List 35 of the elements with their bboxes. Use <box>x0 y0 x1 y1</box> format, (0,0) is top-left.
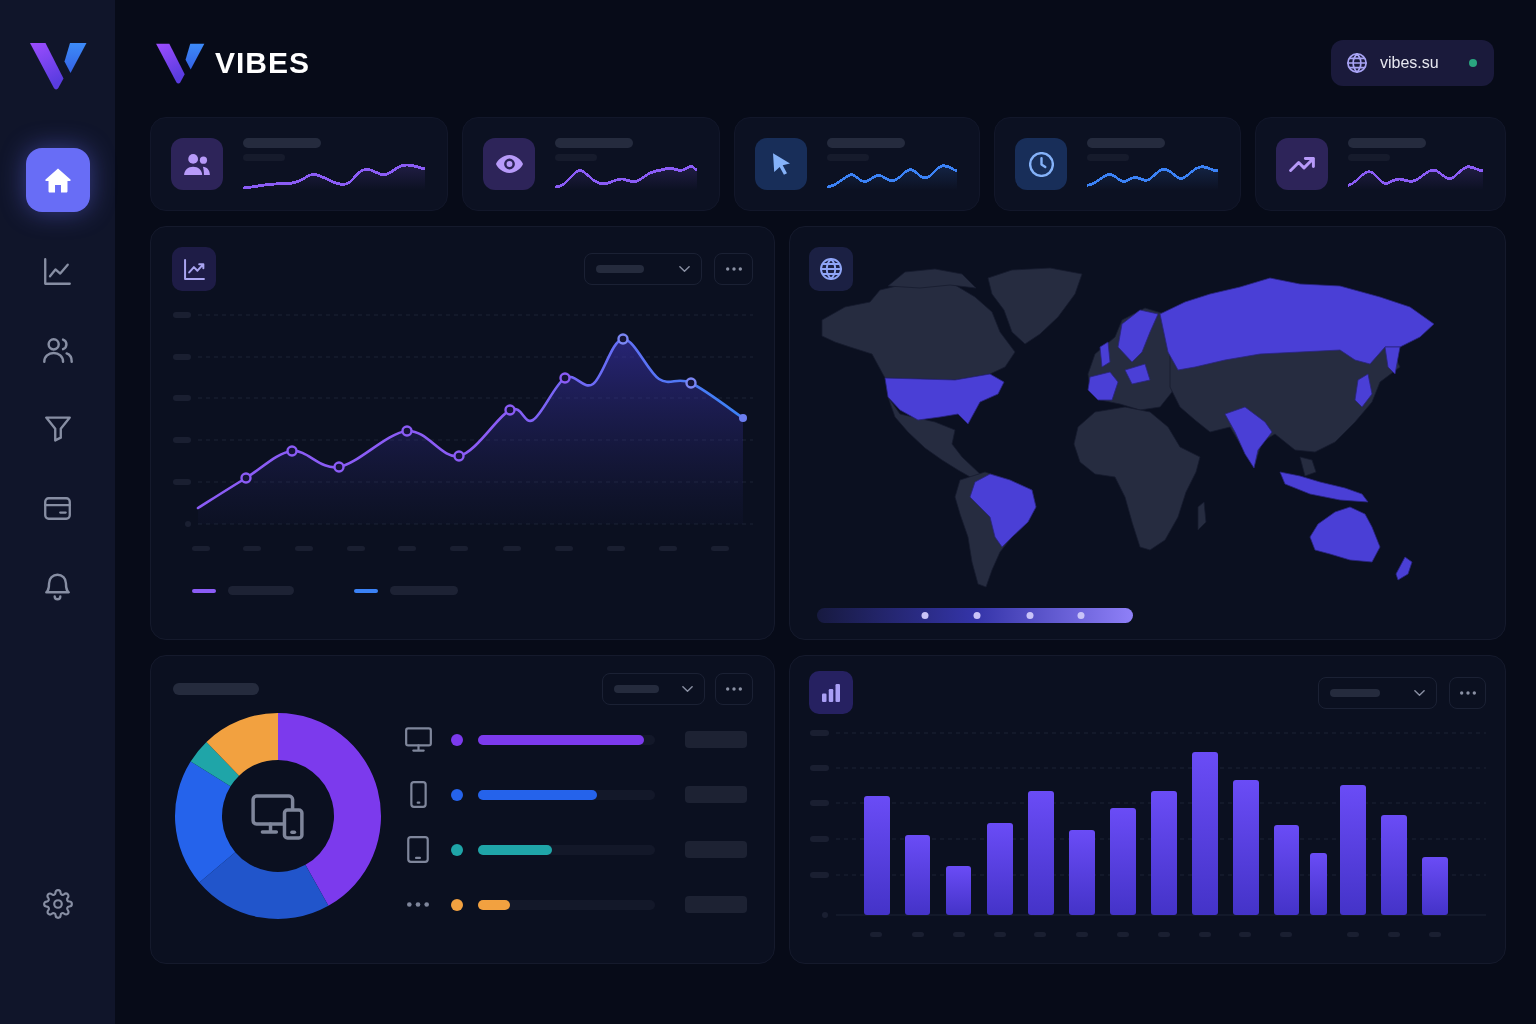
line-chart-icon <box>172 247 216 291</box>
brand-name: VIBES <box>215 48 311 78</box>
trend-up-icon <box>1276 138 1328 190</box>
devices-icon <box>250 794 305 840</box>
dots-icon <box>407 902 429 907</box>
more-button[interactable] <box>715 673 753 705</box>
clock-icon <box>1015 138 1067 190</box>
home-icon <box>44 167 71 193</box>
globe-icon <box>809 247 853 291</box>
phone-icon <box>409 781 427 808</box>
bell-icon <box>45 573 70 601</box>
more-button[interactable] <box>1449 676 1486 709</box>
more-button[interactable] <box>714 253 753 285</box>
tablet-icon <box>407 836 429 863</box>
site-selector[interactable]: vibes.su <box>1331 40 1494 86</box>
sidebar-item[interactable] <box>25 148 90 212</box>
globe-icon <box>1347 53 1367 73</box>
users-icon <box>171 138 223 190</box>
card-icon <box>44 496 71 520</box>
bar-chart-icon <box>809 671 853 714</box>
more-icon <box>1459 690 1476 695</box>
cursor-icon <box>755 138 807 190</box>
chevron-down-icon <box>679 266 690 272</box>
chevron-down-icon <box>1414 689 1425 696</box>
settings-icon <box>42 889 73 919</box>
users-icon <box>42 337 73 363</box>
eye-icon <box>483 138 535 190</box>
more-icon <box>726 687 742 691</box>
chevron-down-icon <box>682 686 693 692</box>
more-icon <box>725 267 742 271</box>
v-logo-icon <box>155 42 205 84</box>
monitor-icon <box>404 727 432 752</box>
v-logo-icon <box>28 42 87 90</box>
filter-icon <box>44 416 71 442</box>
line-chart-icon <box>44 257 71 285</box>
